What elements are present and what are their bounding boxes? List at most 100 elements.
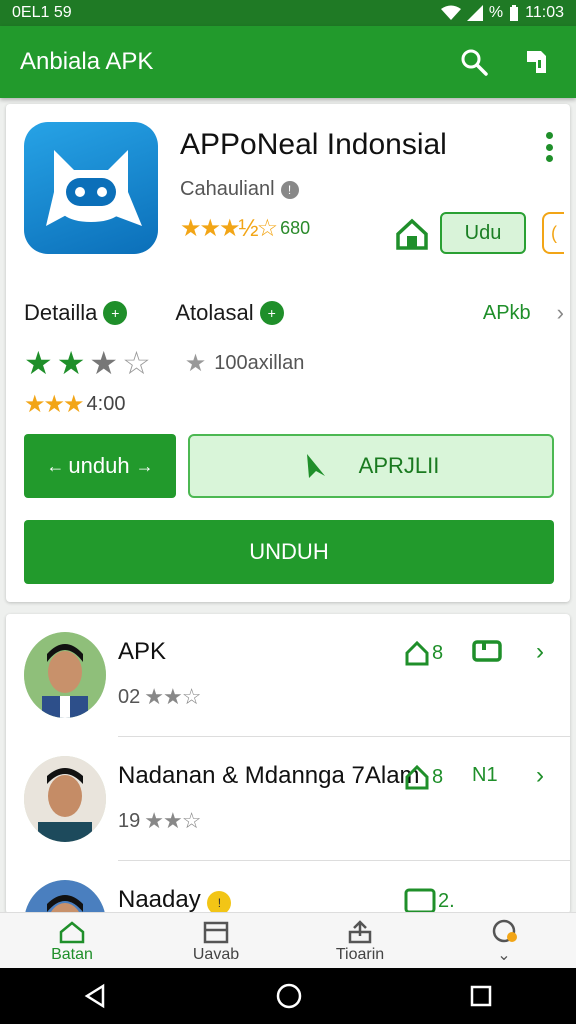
divider (118, 860, 570, 861)
arrow-right-icon: → (135, 455, 154, 476)
aprili-label: APRJLII (358, 453, 440, 478)
alt-info-icon: + (259, 301, 284, 325)
related-list-card: APK 02 ★★☆ 8 › Nadanan & Mdannga 7Alam 1… (6, 614, 570, 914)
home-icon (58, 918, 86, 946)
list-item-name: Nadanan & Mdannga 7Alam (118, 762, 420, 789)
wifi-icon (440, 5, 461, 20)
rating-stars-icon: ★★★½☆ (180, 215, 278, 242)
divider (118, 736, 570, 737)
details-info-icon: + (103, 301, 128, 325)
store-icon[interactable] (516, 42, 556, 82)
battery-percent: % (488, 4, 504, 21)
status-right: % 11:03 (440, 4, 564, 22)
card-action[interactable] (472, 640, 502, 662)
more-options-edge-icon[interactable]: ( (542, 212, 564, 254)
app-bar: Anbiala APK (0, 26, 576, 98)
nav-item-upload[interactable]: Tioarin (288, 913, 432, 968)
list-item-name: APK (118, 638, 167, 665)
search-icon[interactable] (454, 42, 494, 82)
install-short-button[interactable]: Udu (440, 212, 526, 254)
system-navigation (0, 968, 576, 1024)
user-icon (490, 917, 518, 945)
card-action-text: N1 (472, 764, 498, 786)
chevron-right-icon[interactable]: › (536, 762, 544, 790)
message-icon (404, 888, 436, 914)
nav-item-library[interactable]: Uavab (144, 913, 288, 968)
alt-label[interactable]: Atolasal (175, 300, 253, 326)
apk-link[interactable]: APkb (483, 302, 531, 325)
developer-label: Cahaulianl (180, 178, 275, 200)
arrow-left-icon: ← (46, 455, 65, 476)
signal-icon (466, 5, 483, 21)
app-bar-title: Anbiala APK (20, 48, 154, 75)
developer-name[interactable]: Cahaulianl ! (180, 178, 299, 201)
card-action[interactable]: N1 (472, 764, 498, 787)
info-icon: ! (280, 180, 299, 199)
details-row: Detailla + Atolasal + APkb › (24, 298, 564, 328)
gold-stars-icon: ★★★ (24, 391, 85, 418)
badge-icon: ! (207, 891, 232, 914)
list-item-meta: 02 ★★☆ (118, 684, 201, 710)
nav-label: Tioarin (335, 945, 385, 963)
navigate-icon (306, 454, 325, 478)
box-icon (202, 918, 230, 946)
status-clock: 11:03 (525, 4, 564, 21)
home-icon[interactable] (394, 216, 430, 252)
chevron-down-icon: ⌄ (497, 946, 511, 964)
app-icon (24, 122, 158, 254)
home-action-count: 8 (432, 641, 444, 664)
recents-icon[interactable] (469, 984, 493, 1008)
list-item[interactable]: Naaday ! 2. (6, 862, 570, 914)
overflow-menu-icon[interactable] (542, 132, 556, 162)
unduh-small-label: unduh (68, 453, 130, 478)
list-item[interactable]: Nadanan & Mdannga 7Alam 19 ★★☆ 8 N1 › (6, 738, 570, 860)
status-bar: 0EL1 59 % 11:03 (0, 0, 576, 26)
avatar (24, 756, 106, 842)
list-item-count: 02 (118, 685, 141, 708)
card-icon (472, 640, 502, 662)
list-item-name-text: Naaday (118, 886, 201, 913)
home-action[interactable]: 8 (404, 764, 443, 790)
avatar (24, 632, 106, 718)
message-action[interactable]: 2. (404, 888, 455, 914)
chevron-right-icon[interactable]: › (557, 300, 564, 326)
status-left: 0EL1 59 (12, 4, 72, 21)
downloads-text: 100axillan (214, 351, 305, 374)
rating-value-row: ★★★ 4:00 (24, 390, 125, 419)
app-title: APPoNeal Indonsial (180, 128, 447, 161)
message-action-text: 2. (438, 889, 455, 912)
star-gray-icon: ★ (184, 349, 207, 377)
stars-icon: ★★☆ (144, 808, 201, 833)
avatar (24, 880, 106, 914)
chevron-right-icon[interactable]: › (536, 638, 544, 666)
home-circle-icon[interactable] (275, 982, 303, 1010)
bottom-navigation: Batan Uavab Tioarin ⌄ (0, 912, 576, 968)
user-rating-row: ★★★☆ ★ 100axillan (24, 344, 304, 382)
list-item-meta: 19 ★★☆ (118, 808, 201, 834)
home-icon (405, 764, 429, 790)
downloads: ★ 100axillan (185, 349, 305, 378)
rating-value: 4:00 (86, 393, 126, 415)
stars-icon: ★★☆ (144, 684, 201, 709)
app-detail-card: APPoNeal Indonsial Cahaulianl ! ★★★½☆ 68… (6, 104, 570, 602)
list-item[interactable]: APK 02 ★★☆ 8 › (6, 614, 570, 736)
app-rating: ★★★½☆ 680 (180, 214, 310, 243)
rating-count: 680 (280, 218, 311, 238)
nav-label: Uavab (192, 945, 240, 963)
details-label[interactable]: Detailla (24, 300, 97, 326)
nav-item-more[interactable]: ⌄ (432, 913, 576, 968)
upload-icon (346, 918, 374, 946)
battery-icon (510, 5, 519, 21)
back-icon[interactable] (83, 983, 109, 1009)
list-item-name: Naaday ! (118, 886, 232, 914)
home-icon (405, 640, 429, 666)
unduh-main-button[interactable]: UNDUH (24, 520, 554, 584)
nav-label: Batan (51, 945, 93, 963)
unduh-small-button[interactable]: ← unduh → (24, 434, 176, 498)
home-action[interactable]: 8 (404, 640, 443, 666)
home-action-count: 8 (432, 765, 444, 788)
aprili-button[interactable]: APRJLII (188, 434, 554, 498)
user-stars-icon: ★★★☆ (24, 345, 155, 381)
nav-item-home[interactable]: Batan (0, 913, 144, 968)
list-item-count: 19 (118, 809, 141, 832)
